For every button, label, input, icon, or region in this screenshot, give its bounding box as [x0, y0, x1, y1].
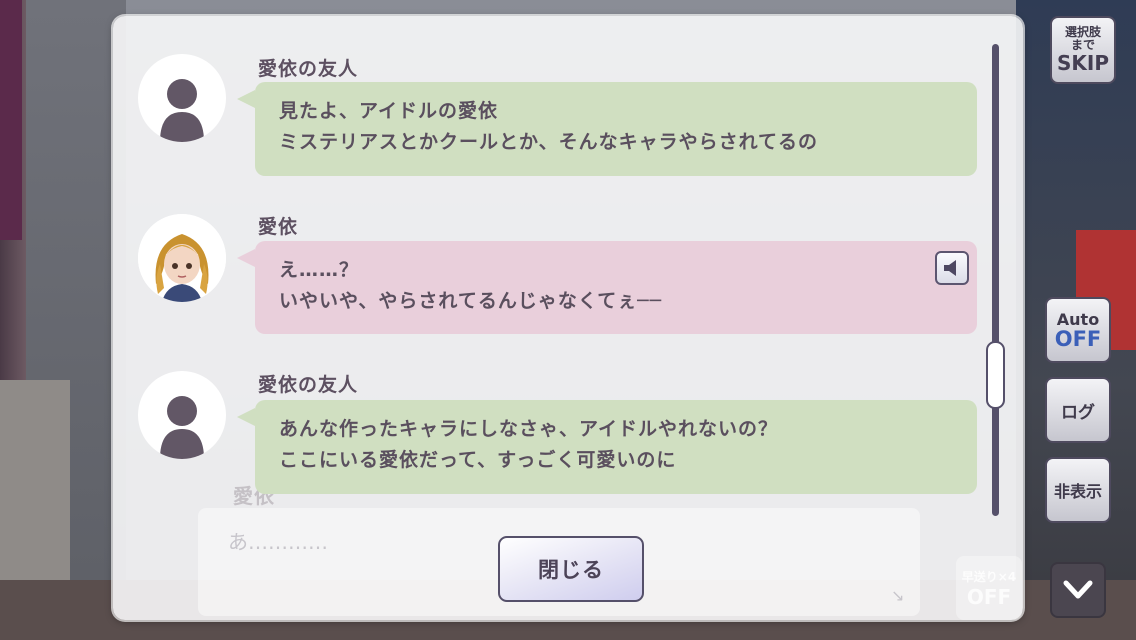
dialogue-bubble: え……？ いやいや、やらされてるんじゃなくてぇ──: [237, 241, 977, 334]
close-button[interactable]: 閉じる: [498, 536, 644, 602]
dialogue-line: いやいや、やらされてるんじゃなくてぇ──: [279, 290, 663, 312]
fast-forward-label: 早送り×4: [961, 569, 1017, 584]
dialogue-line: あんな作ったキャラにしなさゃ、アイドルやれないの？: [279, 418, 779, 440]
log-label: ログ: [1061, 402, 1095, 423]
dialogue-line: ミステリアスとかクールとか、そんなキャラやらされてるの: [279, 131, 819, 153]
speaker-name: 愛依の友人: [258, 58, 359, 80]
auto-state: OFF: [1054, 326, 1102, 351]
skip-label: SKIP: [1056, 51, 1109, 75]
diagonal-arrow-icon: ↘: [891, 586, 905, 605]
dialogue-bubble: 見たよ、アイドルの愛依 ミステリアスとかクールとか、そんなキャラやらされてるの: [237, 82, 977, 176]
fast-forward-state: OFF: [966, 584, 1012, 609]
scrollbar-thumb[interactable]: [986, 341, 1005, 409]
log-button[interactable]: ログ: [1045, 377, 1111, 443]
dialogue-line: 見たよ、アイドルの愛依: [279, 100, 499, 122]
background-sign: [0, 0, 22, 240]
auto-toggle-button[interactable]: Auto OFF: [1045, 297, 1111, 363]
speaker-name: 愛依の友人: [258, 374, 359, 396]
skip-to-choice-button[interactable]: 選択肢 まで SKIP: [1050, 16, 1116, 84]
character-portrait: [138, 214, 226, 302]
dialogue-bubble: あんな作ったキャラにしなさゃ、アイドルやれないの？ ここにいる愛依だって、すっご…: [237, 400, 977, 494]
background-textbox-text: あ…………: [228, 530, 328, 554]
speaker-icon: [944, 260, 956, 276]
dialogue-line: ここにいる愛依だって、すっごく可愛いのに: [279, 449, 677, 471]
backlog-panel: 愛依 あ………… ↘ 愛依の友人 見たよ、アイドルの愛依 ミステリアスとかクール…: [113, 16, 1023, 620]
hide-ui-button[interactable]: 非表示: [1045, 457, 1111, 523]
speaker-name: 愛依: [258, 216, 299, 238]
silhouette-avatar: [138, 54, 226, 142]
silhouette-avatar: [138, 371, 226, 459]
hide-label: 非表示: [1053, 482, 1102, 501]
menu-down-button[interactable]: [1050, 562, 1106, 618]
log-scrollbar[interactable]: [992, 44, 999, 516]
auto-label: Auto: [1056, 309, 1100, 329]
voice-replay-button[interactable]: [935, 251, 969, 285]
fast-forward-toggle[interactable]: 早送り×4 OFF: [956, 556, 1022, 620]
chevron-down-icon: [1063, 580, 1093, 599]
dialogue-line: え……？: [279, 259, 360, 281]
